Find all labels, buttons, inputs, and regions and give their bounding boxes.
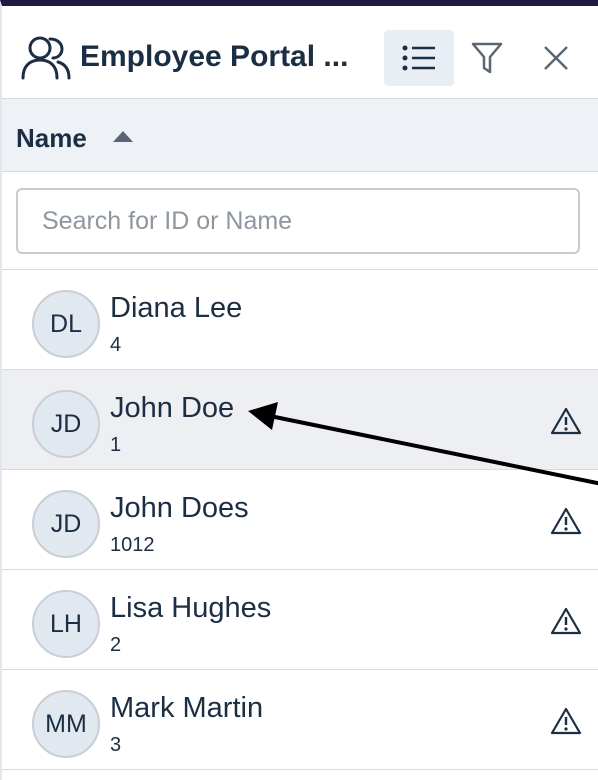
search-container bbox=[2, 172, 598, 270]
column-label: Name bbox=[16, 123, 87, 153]
list-icon bbox=[402, 45, 435, 71]
avatar: LH bbox=[32, 590, 100, 658]
employee-name: John Does bbox=[110, 492, 249, 524]
avatar: JD bbox=[32, 390, 100, 458]
employee-id: 3 bbox=[110, 734, 122, 756]
avatar: JD bbox=[32, 490, 100, 558]
warning-icon bbox=[550, 607, 582, 635]
users-icon bbox=[21, 36, 71, 80]
employee-name: John Doe bbox=[110, 392, 235, 424]
employee-id: 2 bbox=[110, 634, 122, 656]
list-view-button[interactable] bbox=[384, 30, 454, 86]
employee-list: DL Diana Lee 4 JD John Doe 1 JD John Doe… bbox=[2, 270, 598, 770]
employee-id: 4 bbox=[110, 334, 122, 356]
search-input[interactable] bbox=[16, 188, 580, 254]
avatar: MM bbox=[32, 690, 100, 758]
warning-icon bbox=[550, 707, 582, 735]
employee-name: Lisa Hughes bbox=[110, 592, 272, 624]
warning-icon bbox=[550, 407, 582, 435]
list-item-diana-lee[interactable]: DL Diana Lee 4 bbox=[2, 270, 598, 370]
sort-ascending-icon bbox=[113, 131, 133, 142]
list-item-lisa-hughes[interactable]: LH Lisa Hughes 2 bbox=[2, 570, 598, 670]
list-item-john-doe[interactable]: JD John Doe 1 bbox=[2, 370, 598, 470]
avatar: DL bbox=[32, 290, 100, 358]
employee-name: Mark Martin bbox=[110, 692, 264, 724]
employee-id: 1 bbox=[110, 434, 122, 456]
filter-button[interactable] bbox=[464, 30, 510, 86]
page-title: Employee Portal ... bbox=[80, 40, 349, 73]
close-button[interactable] bbox=[530, 30, 582, 86]
employee-panel: Employee Portal ... Name Search for ID o… bbox=[0, 0, 598, 780]
name-column-header[interactable]: Name bbox=[2, 98, 598, 172]
employee-name: Diana Lee bbox=[110, 292, 243, 324]
employee-id: 1012 bbox=[110, 534, 155, 556]
list-item-john-does[interactable]: JD John Does 1012 bbox=[2, 470, 598, 570]
list-item-mark-martin[interactable]: MM Mark Martin 3 bbox=[2, 670, 598, 770]
filter-icon bbox=[471, 42, 503, 74]
panel-header: Employee Portal ... bbox=[2, 6, 598, 98]
warning-icon bbox=[550, 507, 582, 535]
close-icon bbox=[544, 46, 568, 70]
